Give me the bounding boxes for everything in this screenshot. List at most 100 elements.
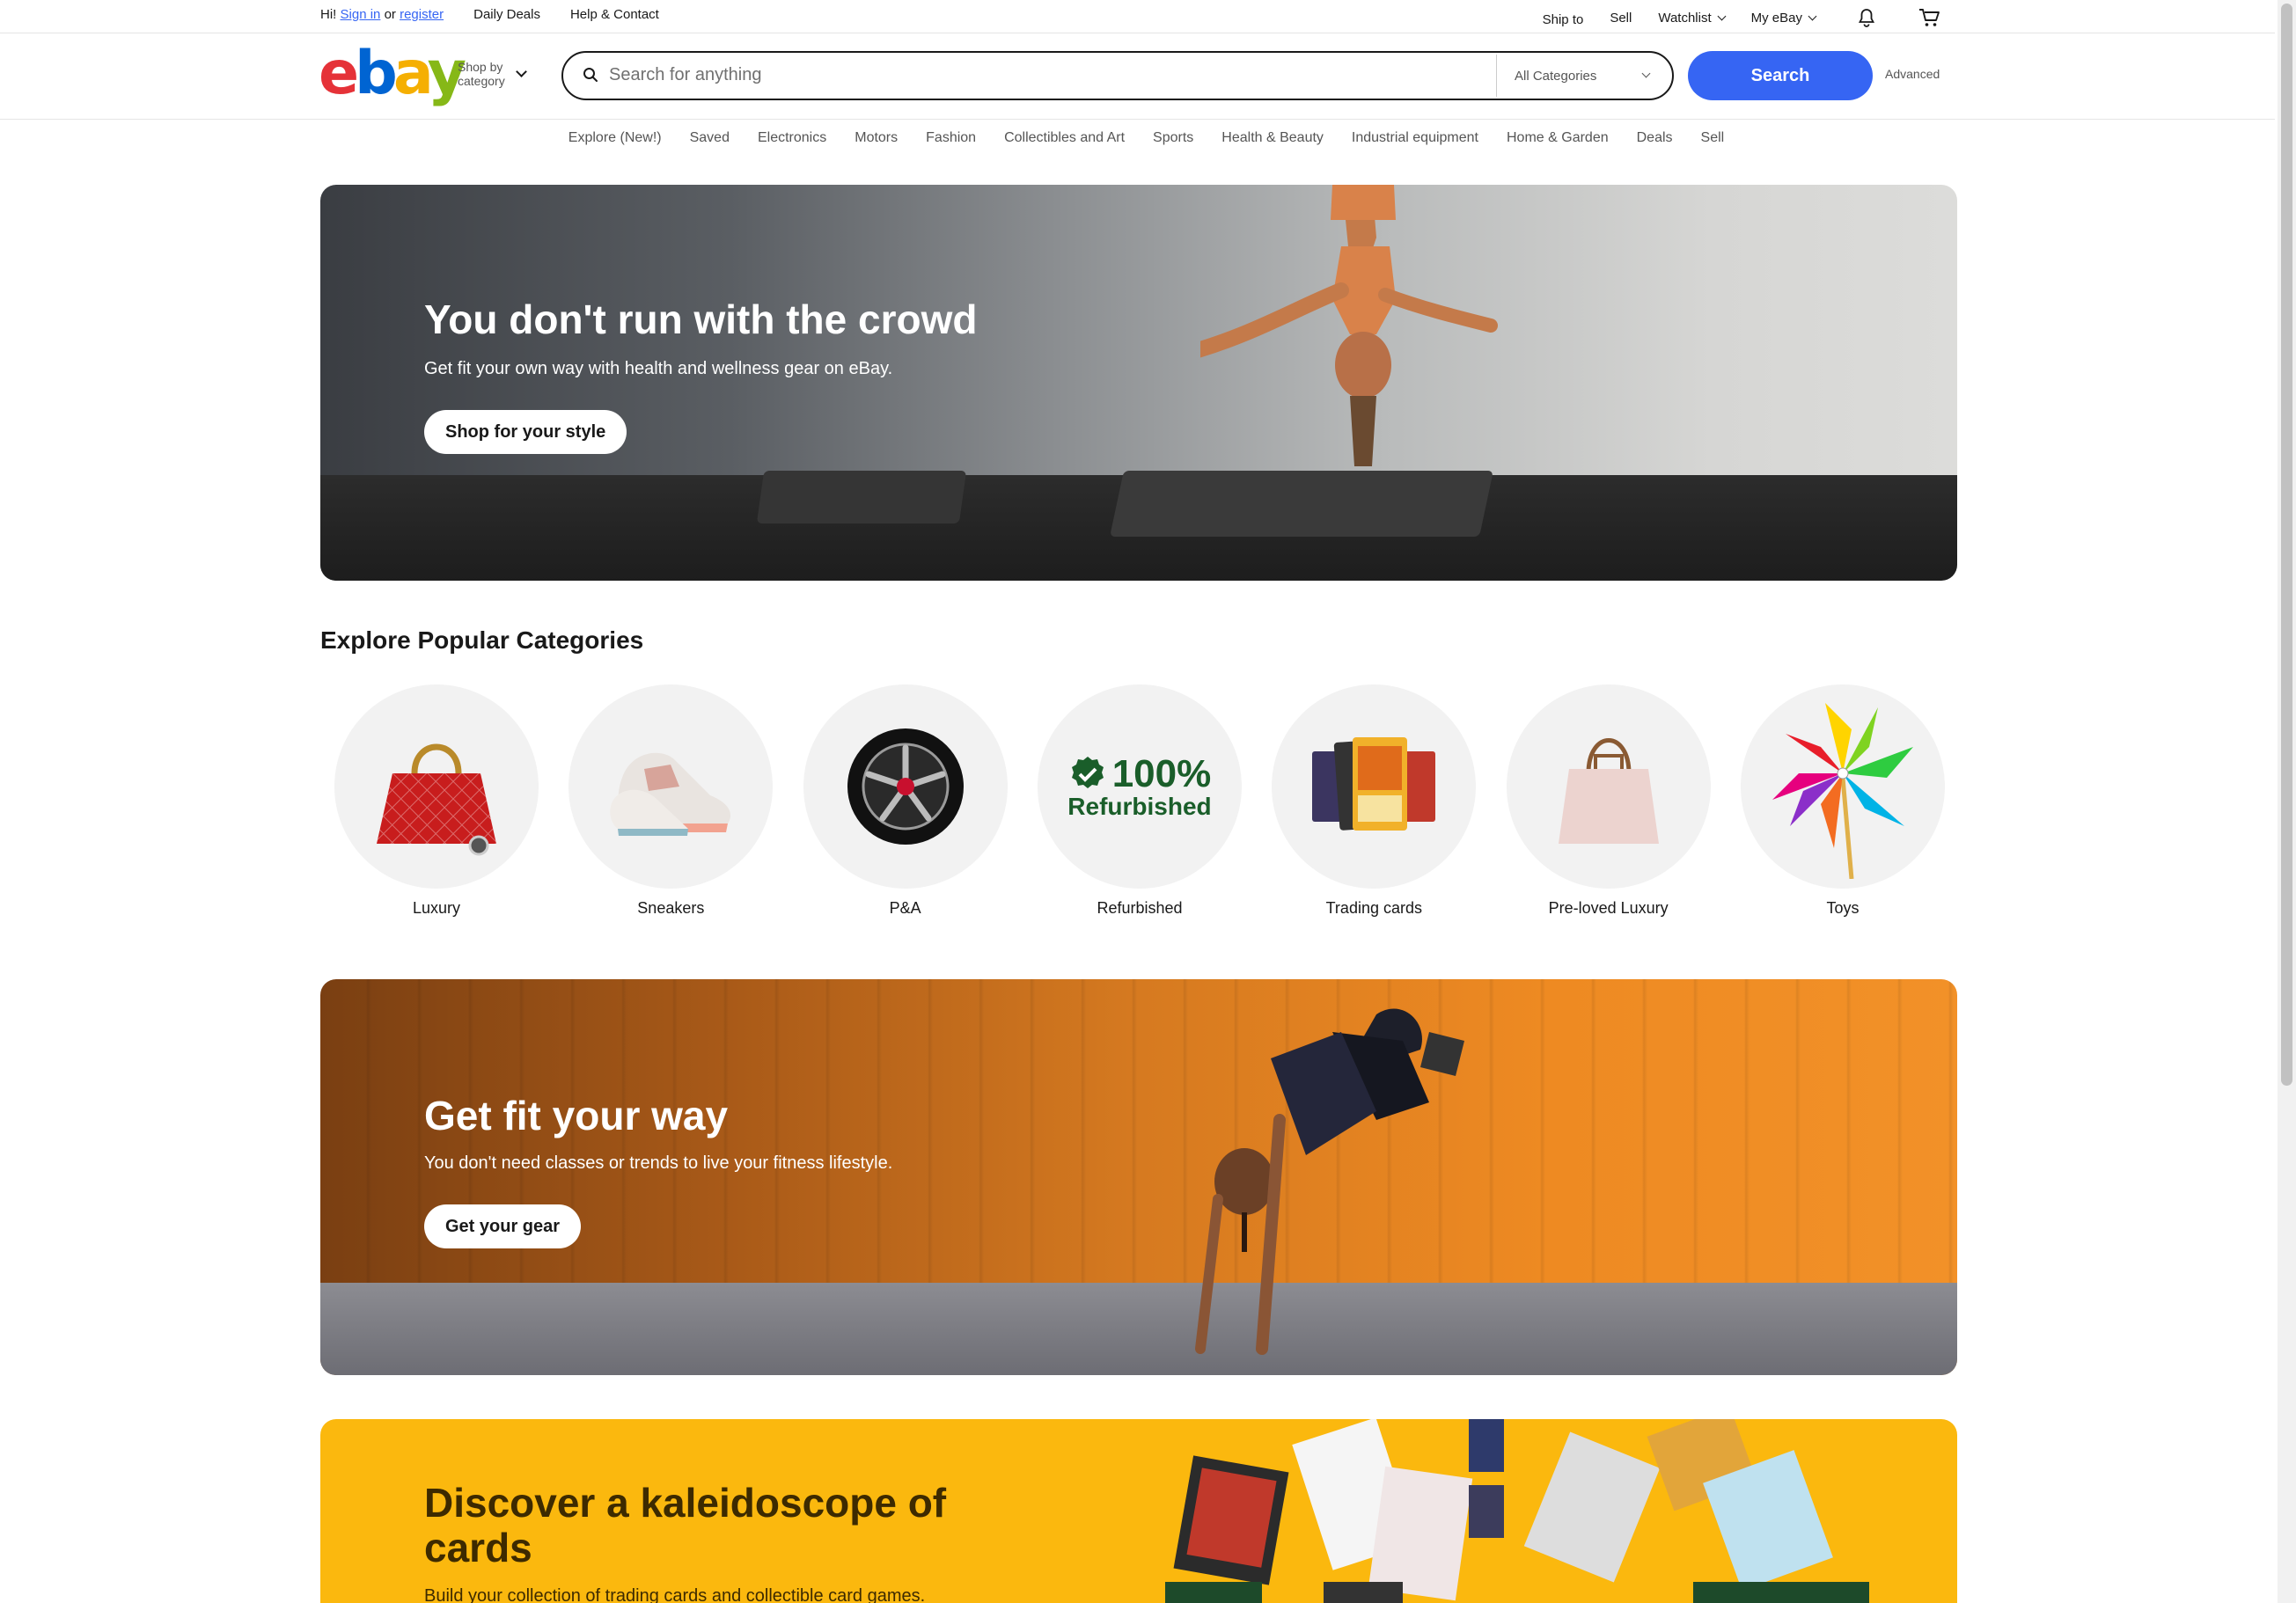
sign-in-link[interactable]: Sign in [341,7,381,22]
banner2-subtitle: You don't need classes or trends to live… [424,1153,893,1173]
banner-mat-image [756,471,967,523]
category-circle [1506,684,1711,889]
watchlist-label: Watchlist [1658,10,1712,26]
category-circle [334,684,539,889]
category-select-value: All Categories [1515,68,1597,84]
advanced-search-link[interactable]: Advanced [1885,67,1940,81]
category-label: P&A [889,899,921,917]
pinwheel-icon [1772,703,1913,879]
ship-to-label: Ship to [1542,11,1584,27]
trading-cards-icon [1312,737,1436,831]
nav-item-fashion[interactable]: Fashion [926,130,976,146]
category-label: Toys [1826,899,1860,917]
athlete-handstand-image [1200,185,1498,466]
category-select[interactable]: All Categories [1496,55,1669,97]
sneaker-icon [610,752,731,836]
notification-bell-icon[interactable] [1856,7,1877,28]
category-toys[interactable]: Toys [1740,684,1945,918]
nav-item-electronics[interactable]: Electronics [758,130,826,146]
help-contact-link[interactable]: Help & Contact [570,7,659,22]
get-your-gear-button[interactable]: Get your gear [424,1204,582,1248]
nav-item-deals[interactable]: Deals [1637,130,1673,146]
category-nav: Explore (New!) Saved Electronics Motors … [0,130,2275,146]
shop-by-category-line1: Shop by [458,60,503,74]
my-ebay-label: My eBay [1750,10,1802,26]
category-circle [1272,684,1477,889]
sell-label: Sell [1610,10,1632,26]
hero-banner-get-fit[interactable]: Get fit your way You don't need classes … [320,979,1957,1375]
chevron-down-icon [515,65,527,77]
chevron-down-icon [1641,69,1651,78]
register-link[interactable]: register [400,7,444,22]
logo-letter-a: a [392,39,432,108]
search-button[interactable]: Search [1688,51,1873,100]
trading-cards-collage-image [1165,1419,1869,1603]
banner3-subtitle: Build your collection of trading cards a… [424,1586,926,1603]
greeting: Hi! Sign in or register [320,7,444,22]
category-label: Trading cards [1325,899,1422,917]
logo-letter-e: e [319,39,359,108]
cart-icon[interactable] [1918,7,1940,28]
category-luxury[interactable]: Luxury [334,684,539,918]
chevron-down-icon [1717,11,1727,20]
nav-item-sell[interactable]: Sell [1701,130,1725,146]
topbar-right: Ship to Sell Watchlist My eBay [1543,7,1940,28]
greeting-text: Hi! [320,7,337,22]
category-circle [568,684,774,889]
category-circle [1740,684,1945,889]
ebay-logo[interactable]: ebay [319,44,466,104]
handbag-icon [377,743,496,856]
category-parts-accessories[interactable]: P&A [803,684,1008,918]
page-scrollbar[interactable] [2278,0,2296,1603]
section-title: Explore Popular Categories [320,626,644,654]
banner1-subtitle: Get fit your own way with health and wel… [424,359,893,378]
top-utility-bar: Hi! Sign in or register Daily Deals Help… [0,0,2275,33]
banner2-title: Get fit your way [424,1093,729,1138]
banner1-title: You don't run with the crowd [424,296,978,342]
banner3-title: Discover a kaleidoscope of cards [424,1480,947,1570]
wheel-icon [847,728,964,845]
category-label: Pre-loved Luxury [1548,899,1669,917]
search-icon [583,68,598,82]
shop-by-category-line2: category [458,74,505,88]
sell-link[interactable]: Sell [1610,11,1632,26]
watchlist-menu[interactable]: Watchlist [1658,10,1727,26]
category-circle: 100% Refurbished [1037,684,1242,889]
nav-item-explore[interactable]: Explore (New!) [568,130,662,146]
shop-by-category-label: Shop by category [458,60,505,88]
nav-item-health-beauty[interactable]: Health & Beauty [1221,130,1324,146]
topbar-left: Hi! Sign in or register Daily Deals Help… [320,7,659,22]
category-list: Luxury Sneakers P&A 100% Refurbished Ref… [334,684,1945,918]
daily-deals-link[interactable]: Daily Deals [473,7,540,22]
category-sneakers[interactable]: Sneakers [568,684,774,918]
my-ebay-menu[interactable]: My eBay [1750,10,1817,26]
shop-by-category-button[interactable]: Shop by category [458,60,527,88]
main-header: ebay Shop by category All Categories Sea… [0,33,2275,120]
shop-for-your-style-button[interactable]: Shop for your style [424,410,627,454]
nav-item-sports[interactable]: Sports [1153,130,1193,146]
tote-bag-icon [1558,738,1659,844]
nav-item-industrial[interactable]: Industrial equipment [1352,130,1478,146]
category-circle [803,684,1008,889]
hero-banner-trading-cards[interactable]: Discover a kaleidoscope of cards Build y… [320,1419,1957,1603]
category-pre-loved-luxury[interactable]: Pre-loved Luxury [1506,684,1711,918]
chevron-down-icon [1808,11,1817,20]
ship-to-button[interactable]: Ship to [1543,12,1584,27]
hero-banner-fitness[interactable]: You don't run with the crowd Get fit you… [320,185,1957,581]
search-input[interactable] [609,60,1471,90]
category-trading-cards[interactable]: Trading cards [1272,684,1477,918]
scrollbar-thumb[interactable] [2281,4,2292,1086]
athlete-breakdance-image [1195,1008,1464,1355]
category-label: Sneakers [637,899,705,917]
nav-item-home-garden[interactable]: Home & Garden [1507,130,1609,146]
check-badge-icon [1071,757,1104,788]
logo-letter-b: b [355,39,398,108]
refurbished-badge-word: Refurbished [1067,793,1212,820]
refurbished-badge: 100% Refurbished [1067,752,1211,821]
nav-item-motors[interactable]: Motors [855,130,898,146]
category-label: Refurbished [1097,899,1183,917]
nav-item-saved[interactable]: Saved [690,130,730,146]
nav-item-collectibles[interactable]: Collectibles and Art [1004,130,1125,146]
search-bar: All Categories [561,51,1674,100]
category-refurbished[interactable]: 100% Refurbished Refurbished [1037,684,1242,918]
